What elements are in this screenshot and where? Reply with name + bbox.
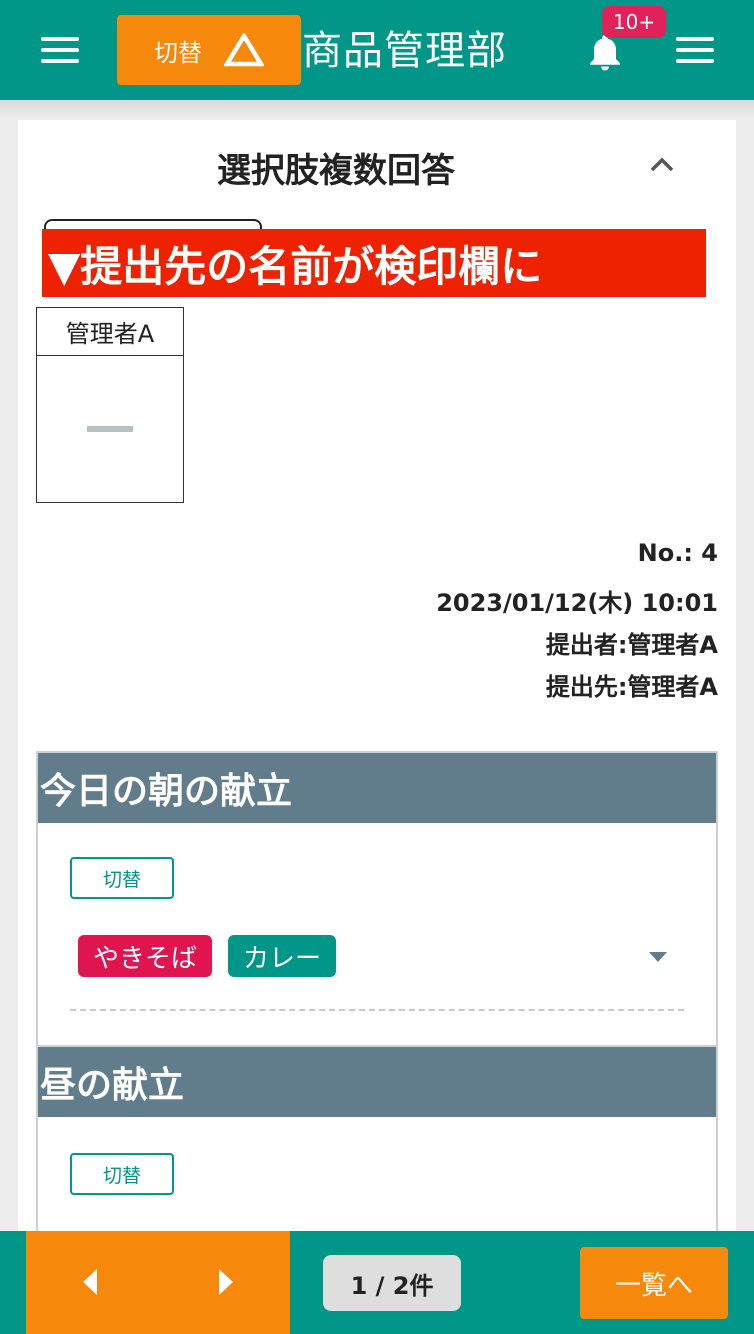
answer-tag: やきそば	[78, 935, 212, 977]
card-shadow	[0, 100, 754, 120]
annotation-label: ▼提出先の名前が検印欄に	[42, 229, 706, 297]
page-counter: 1 / 2件	[323, 1255, 461, 1311]
page-title: 商品管理部	[302, 28, 507, 74]
section-switch-button[interactable]: 切替	[70, 857, 174, 899]
bell-icon[interactable]	[585, 32, 625, 72]
menu-right-icon[interactable]	[676, 37, 714, 63]
content-area: 選択肢複数回答 ▼提出先の名前が検印欄に 管理者A No.: 4 2023/01…	[0, 100, 754, 1231]
triangle-icon	[224, 33, 264, 67]
report-card: 選択肢複数回答 ▼提出先の名前が検印欄に 管理者A No.: 4 2023/01…	[18, 119, 736, 1231]
report-submitter: 提出者:管理者A	[545, 631, 718, 659]
notification-badge: 10+	[602, 6, 666, 38]
approval-stamp-box: 管理者A	[36, 307, 184, 503]
arrow-left-icon[interactable]	[82, 1268, 98, 1296]
list-button[interactable]: 一覧へ	[580, 1247, 728, 1319]
answer-tag: カレー	[228, 935, 336, 977]
section-switch-button[interactable]: 切替	[70, 1153, 174, 1195]
divider	[70, 1009, 684, 1011]
question-section: 昼の献立 切替	[36, 1045, 718, 1231]
section-title: 昼の献立	[38, 1047, 716, 1117]
chevron-up-icon[interactable]	[644, 151, 680, 177]
question-section: 今日の朝の献立 切替 やきそば カレー	[36, 751, 718, 1047]
app-header: 切替 商品管理部 10+	[0, 0, 754, 100]
stamp-name: 管理者A	[37, 308, 183, 356]
switch-button-label: 切替	[154, 38, 202, 67]
card-title: 選択肢複数回答	[217, 151, 455, 191]
caret-down-icon[interactable]	[648, 951, 668, 963]
arrow-right-icon[interactable]	[218, 1268, 234, 1296]
report-recipient: 提出先:管理者A	[545, 673, 718, 701]
section-title: 今日の朝の献立	[38, 753, 716, 823]
report-number: No.: 4	[637, 539, 718, 567]
switch-button[interactable]: 切替	[117, 15, 301, 85]
stamp-empty-mark	[87, 426, 133, 432]
report-datetime: 2023/01/12(木) 10:01	[436, 589, 718, 617]
footer-bar: 1 / 2件 一覧へ	[0, 1231, 754, 1334]
menu-left-icon[interactable]	[41, 37, 79, 63]
pager-control	[26, 1231, 290, 1334]
